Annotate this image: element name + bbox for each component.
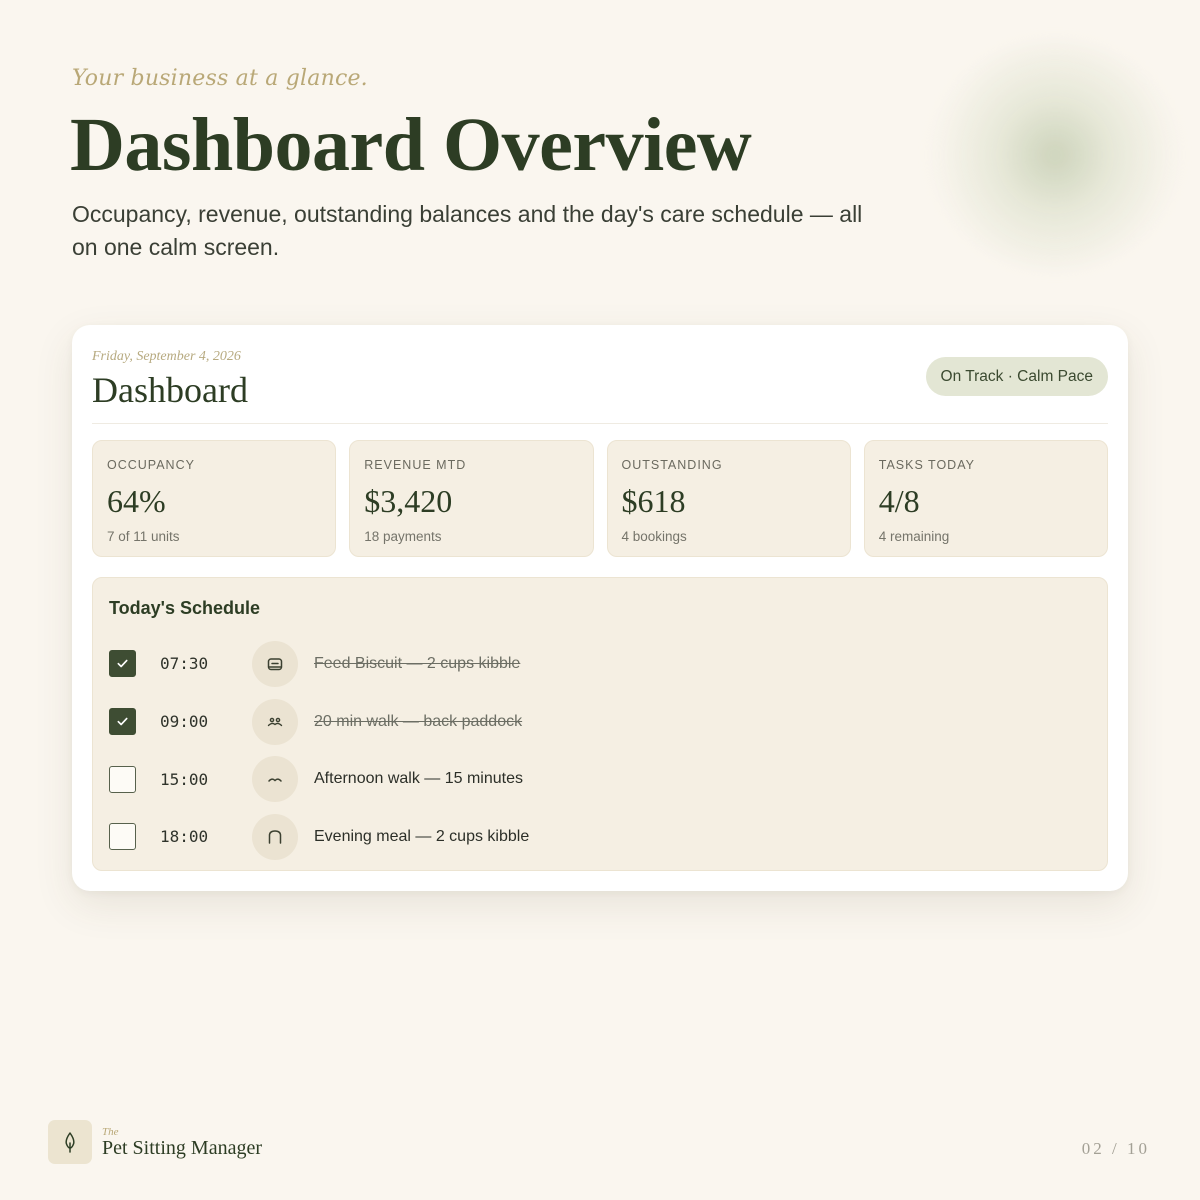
paw-icon <box>252 698 298 745</box>
stats-row: OCCUPANCY 64% 7 of 11 units REVENUE MTD … <box>92 440 1108 557</box>
bowl-icon <box>252 640 298 687</box>
stat-subtext: 7 of 11 units <box>107 529 180 544</box>
task-checkbox[interactable] <box>109 650 136 678</box>
schedule-item: 09:00 20 min walk — back paddock <box>109 693 1089 751</box>
dashboard-card: Friday, September 4, 2026 Dashboard On T… <box>72 325 1128 891</box>
brand-name: Pet Sitting Manager <box>102 1137 262 1159</box>
page-number: 02 / 10 <box>1081 1139 1150 1158</box>
decorative-glow <box>930 40 1180 270</box>
stat-card-occupancy[interactable]: OCCUPANCY 64% 7 of 11 units <box>92 440 337 557</box>
task-time: 07:30 <box>160 654 209 674</box>
stat-card-revenue[interactable]: REVENUE MTD $3,420 18 payments <box>349 440 594 557</box>
stat-subtext: 18 payments <box>364 529 442 544</box>
logo <box>48 1120 92 1164</box>
stat-card-tasks[interactable]: TASKS TODAY 4/8 4 remaining <box>863 440 1108 557</box>
meal-icon <box>252 813 298 860</box>
schedule-panel: Today's Schedule 07:30 Feed Biscuit — 2 … <box>92 577 1108 871</box>
schedule-item: 07:30 Feed Biscuit — 2 cups kibble <box>109 635 1089 693</box>
stat-value: $3,420 <box>364 483 453 519</box>
task-time: 15:00 <box>160 769 209 789</box>
schedule-item: 15:00 Afternoon walk — 15 minutes <box>109 750 1089 808</box>
hero-eyebrow: Your business at a glance. <box>72 66 368 91</box>
walk-icon <box>252 756 298 803</box>
task-label: 20 min walk — back paddock <box>314 712 523 730</box>
stat-subtext: 4 remaining <box>878 529 950 544</box>
task-checkbox[interactable] <box>109 765 136 793</box>
divider <box>92 423 1108 424</box>
schedule-list: 07:30 Feed Biscuit — 2 cups kibble 09:00… <box>109 635 1089 866</box>
leaf-icon <box>65 1132 75 1153</box>
schedule-item: 18:00 Evening meal — 2 cups kibble <box>109 808 1089 866</box>
check-icon <box>117 660 128 668</box>
stat-value: 4/8 <box>878 483 920 519</box>
schedule-title: Today's Schedule <box>109 598 260 618</box>
stat-label: TASKS TODAY <box>878 458 975 472</box>
task-label: Evening meal — 2 cups kibble <box>314 827 530 845</box>
hero-title: Dashboard Overview <box>70 103 752 187</box>
stat-card-outstanding[interactable]: OUTSTANDING $618 4 bookings <box>606 440 851 557</box>
check-icon <box>117 717 128 726</box>
task-label: Feed Biscuit — 2 cups kibble <box>314 654 521 672</box>
task-checkbox[interactable] <box>109 708 136 736</box>
card-title: Dashboard <box>92 370 248 410</box>
stat-subtext: 4 bookings <box>621 529 687 544</box>
task-checkbox[interactable] <box>109 823 136 851</box>
stat-label: OUTSTANDING <box>621 458 723 472</box>
stat-label: REVENUE MTD <box>364 458 467 472</box>
stat-label: OCCUPANCY <box>107 458 195 472</box>
hero-subtitle: Occupancy, revenue, outstanding balances… <box>72 201 863 260</box>
current-date: Friday, September 4, 2026 <box>92 349 241 364</box>
task-time: 09:00 <box>160 712 209 732</box>
stat-value: $618 <box>621 483 686 519</box>
task-label: Afternoon walk — 15 minutes <box>314 770 523 788</box>
stat-value: 64% <box>107 483 166 519</box>
status-badge[interactable]: On Track · Calm Pace <box>925 357 1108 396</box>
task-time: 18:00 <box>160 827 209 847</box>
